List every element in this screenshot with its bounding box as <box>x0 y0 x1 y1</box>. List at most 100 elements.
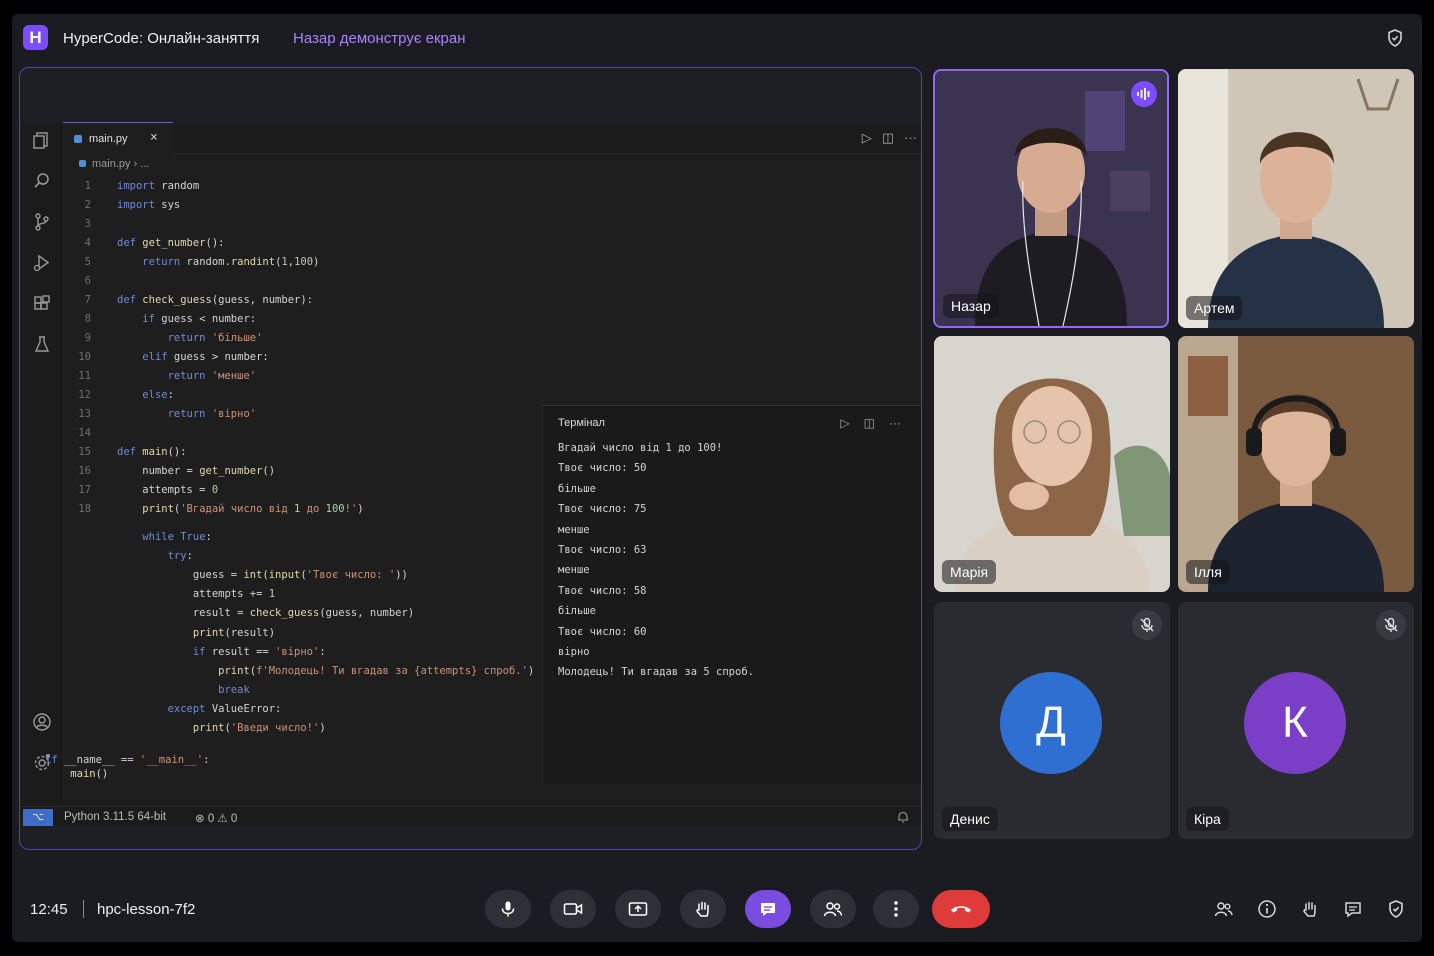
problems-count[interactable]: ⊗ 0 ⚠ 0 <box>195 811 237 825</box>
meeting-app: H HyperCode: Онлайн-заняття Назар демонс… <box>12 14 1422 942</box>
status-bar: ⌥ Python 3.11.5 64-bit ⊗ 0 ⚠ 0 <box>21 806 921 826</box>
line-number: 16 <box>78 465 91 477</box>
security-shield-icon[interactable] <box>1385 28 1405 48</box>
editor-actions: ▷ ◫ ··· <box>862 130 917 146</box>
code-line: return random.randint(1,100) <box>142 256 320 268</box>
line-number: 14 <box>78 427 91 439</box>
chat-panel-icon[interactable] <box>1343 899 1363 919</box>
more-actions-icon[interactable]: ··· <box>904 130 917 146</box>
meeting-code[interactable]: hpc-lesson-7f2 <box>97 901 195 918</box>
line-number: 15 <box>78 446 91 458</box>
meeting-title: HyperCode: Онлайн-заняття <box>63 30 260 47</box>
code-line: def get_number(): <box>117 237 225 249</box>
speaking-indicator-icon <box>1131 81 1157 107</box>
search-icon[interactable] <box>32 171 52 191</box>
python-interpreter[interactable]: Python 3.11.5 64-bit <box>64 811 166 823</box>
code-line: attempts += 1 <box>117 588 276 600</box>
close-tab-icon[interactable]: × <box>150 130 158 145</box>
raise-hand-button[interactable] <box>680 890 726 928</box>
remote-indicator-icon[interactable]: ⌥ <box>23 809 53 826</box>
tab-main-py[interactable]: main.py × <box>63 122 173 154</box>
code-line: print(f'Молодець! Ти вгадав за {attempts… <box>218 665 535 677</box>
run-terminal-icon[interactable]: ▷ <box>840 416 849 430</box>
code-line: def main(): <box>117 446 187 458</box>
current-time: 12:45 <box>30 901 68 918</box>
leave-call-button[interactable] <box>932 890 990 928</box>
breadcrumb[interactable]: main.py › ... <box>79 158 149 170</box>
host-controls-shield-icon[interactable] <box>1386 899 1406 919</box>
code-line: if guess < number: <box>142 313 257 325</box>
terminal-more-icon[interactable]: ··· <box>889 416 901 430</box>
muted-microphone-icon <box>1376 610 1406 640</box>
notifications-bell-icon[interactable] <box>896 810 910 824</box>
tab-label: main.py <box>89 133 128 145</box>
code-line: if __name__ == '__main__': <box>45 754 210 766</box>
line-number: 17 <box>78 484 91 496</box>
run-file-icon[interactable]: ▷ <box>862 130 872 146</box>
terminal-line: Вгадай число від 1 до 100! <box>558 442 723 454</box>
code-line: elif guess > number: <box>142 351 269 363</box>
line-number: 13 <box>78 408 91 420</box>
participant-video <box>935 71 1167 326</box>
people-panel-icon[interactable] <box>1213 899 1233 919</box>
terminal-line: Твоє число: 75 <box>558 503 647 516</box>
more-vertical-icon <box>894 901 898 917</box>
code-line: return 'більше' <box>167 332 263 344</box>
line-number: 7 <box>84 294 91 306</box>
present-screen-button[interactable] <box>615 890 661 928</box>
line-number: 10 <box>78 351 91 363</box>
python-file-icon <box>79 160 86 167</box>
terminal-line: Твоє число: 63 <box>558 543 647 556</box>
microphone-button[interactable] <box>485 890 531 928</box>
line-number: 8 <box>84 313 91 325</box>
code-area[interactable]: 1 import random 2 import sys 3 4 def get_numbe… <box>45 180 551 784</box>
video-tile-kira[interactable]: К Кіра <box>1178 602 1414 839</box>
split-terminal-icon[interactable]: ◫ <box>864 416 875 430</box>
terminal-line: Твоє число: 50 <box>558 462 647 475</box>
video-tile-nazar[interactable]: Назар <box>933 69 1169 328</box>
video-tile-denys[interactable]: Д Денис <box>934 602 1170 839</box>
terminal-panel[interactable]: Термінал ▷ ◫ ··· Вгадай число від 1 до 1… <box>542 405 921 784</box>
meeting-info-icon[interactable] <box>1257 899 1277 919</box>
participant-name: Артем <box>1186 296 1243 320</box>
code-line: main() <box>70 768 109 780</box>
video-tile-illya[interactable]: Ілля <box>1178 336 1414 592</box>
editor-tabs: main.py × ▷ ◫ ··· <box>63 122 921 154</box>
explorer-icon[interactable] <box>32 130 52 150</box>
source-control-icon[interactable] <box>32 212 52 232</box>
hang-up-icon <box>951 906 971 913</box>
more-options-button[interactable] <box>873 890 919 928</box>
code-line: number = get_number() <box>117 465 276 477</box>
code-line: except ValueError: <box>167 703 282 715</box>
code-line: return 'вірно' <box>167 408 257 420</box>
participants-button[interactable] <box>810 890 856 928</box>
account-icon[interactable] <box>32 712 52 732</box>
chat-button[interactable] <box>745 890 791 928</box>
split-editor-icon[interactable]: ◫ <box>882 130 894 146</box>
muted-microphone-icon <box>1132 610 1162 640</box>
code-line: while True: <box>142 531 212 543</box>
line-number: 1 <box>84 180 91 192</box>
microphone-icon <box>501 901 515 917</box>
testing-flask-icon[interactable] <box>32 334 52 354</box>
present-screen-icon <box>628 902 648 916</box>
shared-screen: main.py × ▷ ◫ ··· main.py › ... 1 import … <box>19 67 922 850</box>
camera-icon <box>563 903 583 915</box>
line-number: 6 <box>84 275 91 287</box>
terminal-output: Вгадай число від 1 до 100! Твоє число: 50… <box>558 442 754 687</box>
python-file-icon <box>74 135 82 143</box>
camera-button[interactable] <box>550 890 596 928</box>
participant-name: Ілля <box>1186 560 1230 584</box>
participant-name: Денис <box>942 807 998 831</box>
extensions-icon[interactable] <box>32 294 52 314</box>
code-line: break <box>218 684 250 696</box>
terminal-line: більше <box>558 482 596 495</box>
code-line: print(result) <box>192 627 276 639</box>
avatar: К <box>1244 672 1346 774</box>
code-line: import sys <box>117 199 181 211</box>
code-line: attempts = 0 <box>117 484 219 496</box>
run-debug-icon[interactable] <box>32 253 52 273</box>
hand-raise-panel-icon[interactable] <box>1300 899 1320 919</box>
video-tile-mariya[interactable]: Марія <box>934 336 1170 592</box>
video-tile-artem[interactable]: Артем <box>1178 69 1414 328</box>
